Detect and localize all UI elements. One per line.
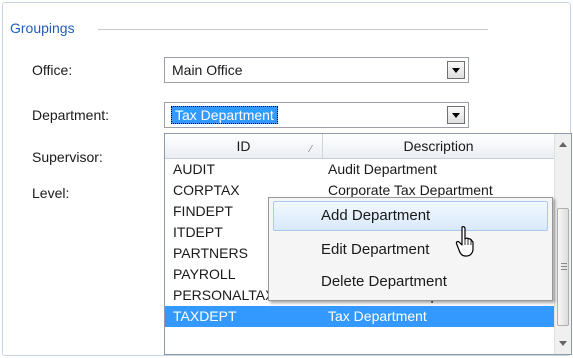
department-value[interactable]: Tax Department xyxy=(171,106,278,124)
row-description: Tax Department xyxy=(328,308,427,324)
groupings-title: Groupings xyxy=(10,20,75,36)
scroll-down-arrow-icon[interactable] xyxy=(559,341,567,346)
department-combobox[interactable]: Tax Department xyxy=(164,102,469,128)
menu-item-add-department[interactable]: Add Department xyxy=(273,201,548,231)
groupings-divider xyxy=(98,29,488,30)
level-label: Level: xyxy=(32,185,70,201)
vertical-scrollbar[interactable] xyxy=(554,134,571,354)
column-header-id[interactable]: ID ⁄ xyxy=(165,134,323,158)
row-id: PAYROLL xyxy=(173,266,236,282)
table-row[interactable]: AUDIT Audit Department xyxy=(165,159,554,180)
office-value: Main Office xyxy=(172,62,243,78)
column-header-description[interactable]: Description xyxy=(323,134,554,158)
office-label: Office: xyxy=(32,62,73,78)
row-id: FINDEPT xyxy=(173,203,233,219)
supervisor-label: Supervisor: xyxy=(32,149,103,165)
office-combobox[interactable]: Main Office xyxy=(164,57,469,83)
row-id: PERSONALTAX xyxy=(173,287,275,303)
menu-item-delete-department[interactable]: Delete Department xyxy=(273,267,548,297)
context-menu: Add Department Edit Department Delete De… xyxy=(268,197,553,301)
column-header-description-label: Description xyxy=(403,138,474,154)
department-label: Department: xyxy=(32,107,110,123)
row-id: CORPTAX xyxy=(173,182,240,198)
scrollbar-thumb[interactable] xyxy=(557,208,569,326)
scroll-up-arrow-icon[interactable] xyxy=(559,142,567,147)
menu-item-edit-department[interactable]: Edit Department xyxy=(273,235,548,265)
row-id: ITDEPT xyxy=(173,224,223,240)
row-description: Audit Department xyxy=(328,161,437,177)
row-id: TAXDEPT xyxy=(173,308,237,324)
row-id: PARTNERS xyxy=(173,245,248,261)
table-row-selected[interactable]: TAXDEPT Tax Department xyxy=(165,306,554,327)
chevron-down-icon[interactable] xyxy=(447,61,465,79)
chevron-down-icon[interactable] xyxy=(447,106,465,124)
row-id: AUDIT xyxy=(173,161,215,177)
column-header-id-label: ID xyxy=(236,138,251,154)
mouse-pointer-icon xyxy=(455,226,474,257)
grid-header: ID ⁄ Description xyxy=(165,134,554,159)
